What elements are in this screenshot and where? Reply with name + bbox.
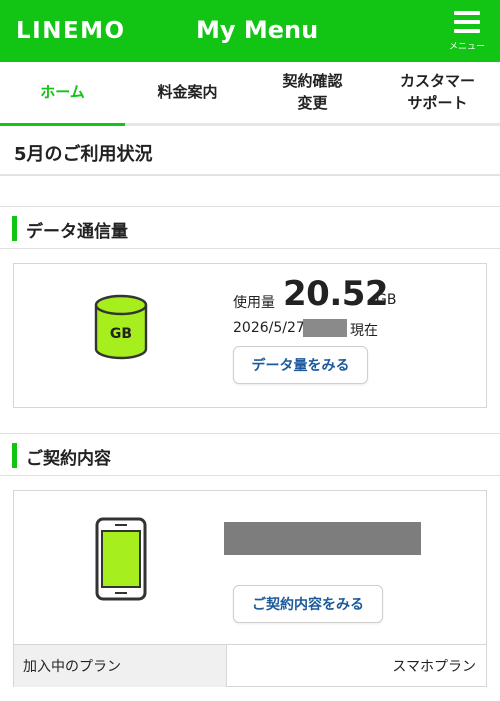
menu-button[interactable]: メニュー <box>444 8 490 58</box>
tab-contract-change-label: 契約確認 変更 <box>282 71 343 112</box>
data-section-title: データ通信量 <box>26 222 128 242</box>
current-plan-label: 加入中のプラン <box>14 645 227 687</box>
usage-label: 使用量 <box>233 295 275 311</box>
tab-pricing-label: 料金案内 <box>157 82 218 101</box>
tab-home-label: ホーム <box>40 82 85 101</box>
usage-unit: GB <box>376 292 397 308</box>
page-title: My Menu <box>196 16 319 44</box>
smartphone-icon <box>95 517 147 601</box>
tab-pricing[interactable]: 料金案内 <box>125 62 250 123</box>
usage-date: 2026/5/27 <box>233 320 305 336</box>
tab-customer-support-label: カスタマー サポート <box>399 71 475 112</box>
section-accent-bar <box>12 216 17 241</box>
gb-icon-label: GB <box>110 326 132 342</box>
current-plan-row: 加入中のプラン スマホプラン <box>14 644 486 687</box>
view-contract-label: ご契約内容をみる <box>252 597 364 613</box>
menu-label: メニュー <box>448 42 485 52</box>
usage-value: 20.52 <box>283 274 389 314</box>
contract-section-header: ご契約内容 <box>0 433 500 476</box>
redacted-block <box>303 319 347 337</box>
contract-section-title: ご契約内容 <box>26 449 111 469</box>
tab-customer-support[interactable]: カスタマー サポート <box>375 62 500 123</box>
hamburger-icon <box>454 11 480 33</box>
top-bar: LINEMO My Menu メニュー <box>0 0 500 62</box>
redacted-block <box>224 522 421 555</box>
tab-contract-change[interactable]: 契約確認 変更 <box>250 62 375 123</box>
monthly-usage-title: 5月のご利用状況 <box>14 144 153 165</box>
gb-cylinder-icon: GB <box>94 294 148 360</box>
data-section-header: データ通信量 <box>0 206 500 249</box>
data-usage-card: GB 使用量 20.52 GB 2026/5/27 現在 データ量をみる <box>13 263 487 408</box>
tab-bar: ホーム 料金案内 契約確認 変更 カスタマー サポート <box>0 62 500 126</box>
monthly-usage-header: 5月のご利用状況 <box>0 126 500 176</box>
as-of-label: 現在 <box>350 323 378 339</box>
view-data-usage-label: データ量をみる <box>251 358 350 374</box>
view-contract-button[interactable]: ご契約内容をみる <box>233 585 383 623</box>
linemo-logo[interactable]: LINEMO <box>16 18 126 44</box>
tab-home[interactable]: ホーム <box>0 62 125 126</box>
contract-card: ご契約内容をみる 加入中のプラン スマホプラン <box>13 490 487 687</box>
section-accent-bar <box>12 443 17 468</box>
current-plan-value: スマホプラン <box>392 659 476 675</box>
view-data-usage-button[interactable]: データ量をみる <box>233 346 368 384</box>
